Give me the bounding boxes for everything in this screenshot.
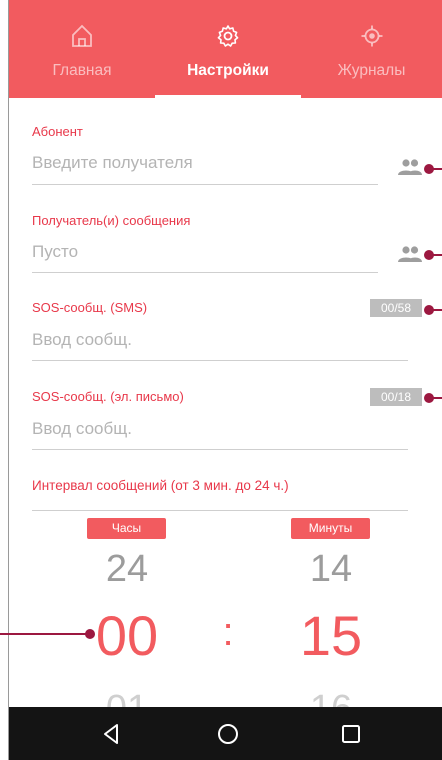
tab-logs-label: Журналы (337, 62, 406, 79)
phone-screen: Главная Настройки Журналы Абонент Введит… (9, 0, 442, 760)
time-separator: : (222, 610, 234, 654)
recipients-underline (32, 272, 378, 273)
interval-underline (32, 510, 408, 511)
recipients-input[interactable]: Пусто (32, 242, 78, 262)
callout-line (0, 633, 88, 635)
sos-email-underline (32, 449, 408, 450)
tab-home-label: Главная (52, 62, 112, 79)
subscriber-underline (32, 184, 378, 185)
system-nav-bar (9, 707, 442, 760)
home-circle-icon[interactable] (198, 707, 258, 760)
recents-icon[interactable] (321, 707, 381, 760)
tab-settings[interactable]: Настройки (155, 0, 301, 98)
minutes-prev-value[interactable]: 14 (283, 548, 379, 591)
callout-marker (85, 629, 95, 639)
sos-sms-label: SOS-сообщ. (SMS) (32, 300, 148, 315)
locator-icon (301, 24, 442, 50)
hours-tag: Часы (87, 518, 166, 539)
minutes-current-value[interactable]: 15 (273, 603, 389, 668)
callout-line (432, 168, 442, 170)
callout-line (432, 254, 442, 256)
sos-email-label: SOS-сообщ. (эл. письмо) (32, 389, 184, 404)
active-tab-indicator (155, 95, 301, 98)
callout-line (432, 397, 442, 399)
recipients-label: Получатель(и) сообщения (32, 213, 191, 228)
contacts-icon[interactable] (398, 245, 422, 263)
sos-sms-counter: 00/58 (370, 299, 422, 317)
back-icon[interactable] (81, 707, 141, 760)
contacts-icon[interactable] (398, 158, 422, 176)
tab-logs[interactable]: Журналы (301, 0, 442, 98)
tab-settings-label: Настройки (187, 62, 269, 79)
gear-icon (155, 24, 301, 50)
minutes-tag: Минуты (291, 518, 370, 539)
subscriber-input[interactable]: Введите получателя (32, 153, 193, 173)
sos-email-input[interactable]: Ввод сообщ. (32, 419, 132, 439)
top-tab-bar: Главная Настройки Журналы (9, 0, 442, 98)
home-icon (9, 24, 155, 50)
sos-email-counter: 00/18 (370, 388, 422, 406)
subscriber-label: Абонент (32, 124, 83, 139)
interval-label: Интервал сообщений (от 3 мин. до 24 ч.) (32, 478, 289, 493)
sos-sms-input[interactable]: Ввод сообщ. (32, 330, 132, 350)
hours-prev-value[interactable]: 24 (79, 548, 175, 591)
sos-sms-underline (32, 360, 408, 361)
tab-home[interactable]: Главная (9, 0, 155, 98)
callout-line (432, 309, 442, 311)
